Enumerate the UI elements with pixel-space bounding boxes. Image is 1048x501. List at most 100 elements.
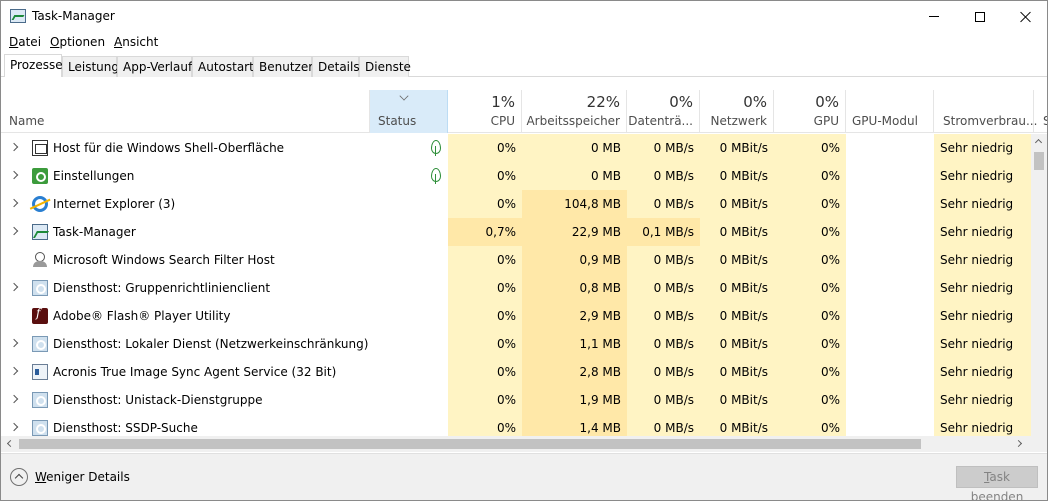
cell-cpu: 0% xyxy=(448,134,522,162)
chevron-right-icon[interactable] xyxy=(9,394,19,404)
process-row[interactable]: Diensthost: Unistack-Dienstgruppe 0% 1,9 M… xyxy=(1,386,1031,414)
tab-strip: Prozesse Leistung App-Verlauf Autostart … xyxy=(1,54,1047,77)
column-header-name[interactable]: Name xyxy=(1,90,370,133)
close-icon xyxy=(1020,11,1032,23)
cell-power: Sehr niedrig xyxy=(934,246,1031,274)
column-header-cpu[interactable]: 1% CPU xyxy=(448,90,522,133)
end-task-button[interactable]: Task beenden xyxy=(956,466,1038,500)
menu-datei[interactable]: Datei xyxy=(9,35,41,49)
cell-cpu: 0% xyxy=(448,302,522,330)
cell-gpu: 0% xyxy=(774,414,846,436)
process-row[interactable]: Diensthost: Gruppenrichtlinienclient 0% 0,… xyxy=(1,274,1031,302)
column-header-power[interactable]: Stromverbrau... xyxy=(934,90,1037,133)
cell-disk: 0 MB/s xyxy=(627,274,700,302)
horizontal-scroll-thumb[interactable] xyxy=(19,439,921,449)
maximize-icon xyxy=(975,11,985,22)
minimize-button[interactable] xyxy=(911,1,957,32)
menu-ansicht[interactable]: Ansicht xyxy=(114,35,158,49)
chevron-right-icon[interactable] xyxy=(9,422,19,432)
title-bar[interactable]: Task-Manager xyxy=(1,1,1047,32)
cell-disk: 0 MB/s xyxy=(627,330,700,358)
column-header-memory[interactable]: 22% Arbeitsspeicher xyxy=(522,90,627,133)
process-row[interactable]: Einstellungen 0% 0 MB 0 MB/s 0 MBit/s 0% Sehr … xyxy=(1,162,1031,190)
fewer-details-icon[interactable] xyxy=(10,468,28,486)
process-row[interactable]: Acronis True Image Sync Agent Service (3… xyxy=(1,358,1031,386)
footer-bar: Weniger Details Task beenden xyxy=(1,453,1047,500)
cell-power: Sehr niedrig xyxy=(934,274,1031,302)
scroll-up-icon[interactable] xyxy=(1034,138,1043,147)
process-row[interactable]: Task-Manager 0,7% 22,9 MB 0,1 MB/s 0 MBit/s 0… xyxy=(1,218,1031,246)
chevron-right-icon[interactable] xyxy=(9,198,19,208)
process-name: Diensthost: Unistack-Dienstgruppe xyxy=(53,393,263,407)
cell-disk: 0 MB/s xyxy=(627,134,700,162)
cell-network: 0 MBit/s xyxy=(700,358,774,386)
cell-network: 0 MBit/s xyxy=(700,190,774,218)
cell-power: Sehr niedrig xyxy=(934,358,1031,386)
cell-network: 0 MBit/s xyxy=(700,330,774,358)
maximize-button[interactable] xyxy=(957,1,1003,32)
column-header-row: Name Status 1% CPU 22% Arbeitsspeicher 0… xyxy=(1,90,1047,133)
cell-memory: 2,9 MB xyxy=(522,302,627,330)
column-header-gpu[interactable]: 0% GPU xyxy=(774,90,846,133)
tab-benutzer[interactable]: Benutzer xyxy=(253,56,313,77)
efficiency-leaf-icon xyxy=(431,168,441,184)
column-header-status[interactable]: Status xyxy=(370,90,448,133)
process-row[interactable]: Microsoft Windows Search Filter Host 0% 0,… xyxy=(1,246,1031,274)
settings-icon xyxy=(32,168,48,184)
cell-gpu: 0% xyxy=(774,358,846,386)
menu-bar: Datei Optionen Ansicht xyxy=(1,32,1047,52)
cell-memory: 1,1 MB xyxy=(522,330,627,358)
service-host-icon xyxy=(32,336,48,352)
process-row[interactable]: Diensthost: SSDP-Suche 0% 1,4 MB 0 MB/s 0 MB… xyxy=(1,414,1031,436)
cell-memory: 2,8 MB xyxy=(522,358,627,386)
tab-details[interactable]: Details xyxy=(312,56,360,77)
vertical-scroll-thumb[interactable] xyxy=(1034,152,1044,170)
process-name: Host für die Windows Shell-Oberfläche xyxy=(53,141,285,155)
column-header-power-trend[interactable]: S xyxy=(1034,90,1047,133)
tab-app-verlauf[interactable]: App-Verlauf xyxy=(117,56,192,77)
column-header-gpu-engine[interactable]: GPU-Modul xyxy=(846,90,934,133)
process-row[interactable]: Host für die Windows Shell-Oberfläche 0% 0… xyxy=(1,134,1031,162)
chevron-right-icon[interactable] xyxy=(9,366,19,376)
task-manager-app-icon xyxy=(10,9,26,23)
cell-network: 0 MBit/s xyxy=(700,386,774,414)
vertical-scrollbar[interactable] xyxy=(1031,134,1047,436)
internet-explorer-icon xyxy=(32,196,48,212)
process-name: Acronis True Image Sync Agent Service (3… xyxy=(53,365,337,379)
tab-leistung[interactable]: Leistung xyxy=(62,56,119,77)
process-name: Diensthost: Lokaler Dienst (Netzwerkeins… xyxy=(53,337,369,351)
column-header-disk[interactable]: 0% Datenträ... xyxy=(627,90,700,133)
column-header-network[interactable]: 0% Netzwerk xyxy=(700,90,774,133)
cell-memory: 1,4 MB xyxy=(522,414,627,436)
scroll-right-icon[interactable] xyxy=(1014,439,1023,448)
process-name: Einstellungen xyxy=(53,169,135,183)
process-row[interactable]: Adobe® Flash® Player Utility0%2,9 MB0 MB… xyxy=(1,302,1031,330)
chevron-right-icon[interactable] xyxy=(9,282,19,292)
chevron-right-icon[interactable] xyxy=(9,338,19,348)
chevron-right-icon[interactable] xyxy=(9,170,19,180)
cell-power: Sehr niedrig xyxy=(934,386,1031,414)
scroll-left-icon[interactable] xyxy=(6,439,15,448)
tab-autostart[interactable]: Autostart xyxy=(192,56,254,77)
close-button[interactable] xyxy=(1003,1,1047,32)
process-list: Host für die Windows Shell-Oberfläche 0% 0… xyxy=(1,134,1031,436)
cell-cpu: 0% xyxy=(448,358,522,386)
fewer-details-button[interactable]: Weniger Details xyxy=(35,470,130,484)
chevron-right-icon[interactable] xyxy=(9,226,19,236)
process-row[interactable]: Diensthost: Lokaler Dienst (Netzwerkeins… xyxy=(1,330,1031,358)
cell-memory: 0 MB xyxy=(522,162,627,190)
tab-dienste[interactable]: Dienste xyxy=(359,56,411,77)
chevron-right-icon[interactable] xyxy=(9,142,19,152)
cell-disk: 0 MB/s xyxy=(627,302,700,330)
cell-gpu: 0% xyxy=(774,386,846,414)
cell-memory: 1,9 MB xyxy=(522,386,627,414)
tab-prozesse[interactable]: Prozesse xyxy=(4,54,63,77)
horizontal-scrollbar[interactable] xyxy=(1,436,1031,452)
cell-disk: 0 MB/s xyxy=(627,246,700,274)
menu-optionen[interactable]: Optionen xyxy=(50,35,105,49)
process-name: Microsoft Windows Search Filter Host xyxy=(53,253,275,267)
process-row[interactable]: Internet Explorer (3) 0% 104,8 MB 0 MB/s 0 M… xyxy=(1,190,1031,218)
cell-power: Sehr niedrig xyxy=(934,162,1031,190)
cell-cpu: 0% xyxy=(448,190,522,218)
cell-network: 0 MBit/s xyxy=(700,246,774,274)
